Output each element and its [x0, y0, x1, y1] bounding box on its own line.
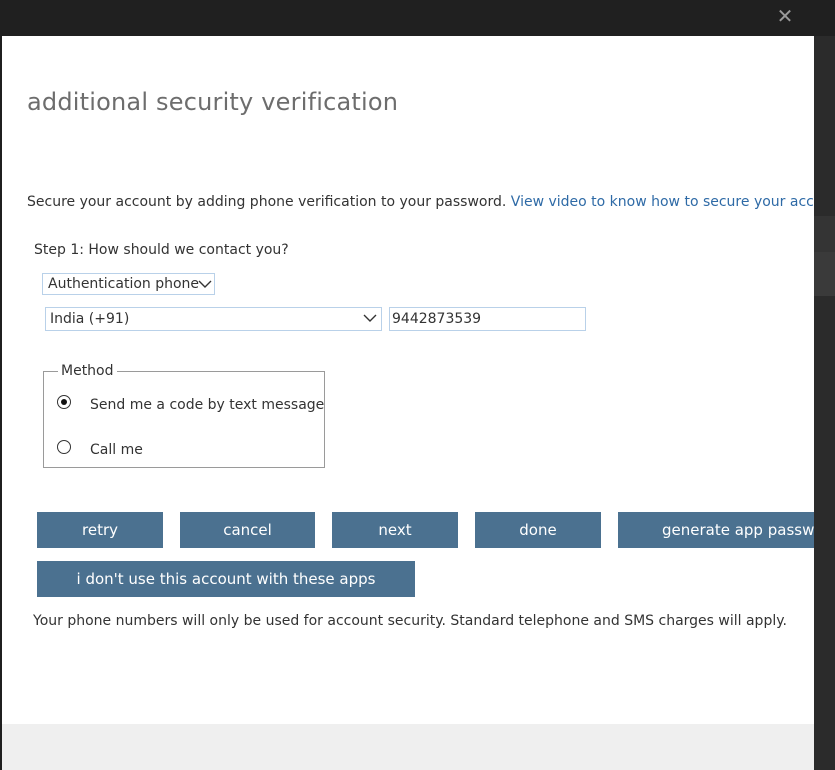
- next-button[interactable]: next: [332, 512, 458, 548]
- background-highlight: [814, 252, 835, 296]
- retry-button[interactable]: retry: [37, 512, 163, 548]
- done-button[interactable]: done: [475, 512, 601, 548]
- video-link[interactable]: View video to know how to secure your ac…: [511, 194, 814, 210]
- page-title: additional security verification: [27, 88, 399, 116]
- phone-number-input[interactable]: [389, 307, 586, 331]
- intro-text: Secure your account by adding phone veri…: [27, 194, 814, 210]
- country-code-value: India (+91): [50, 311, 130, 327]
- cancel-button[interactable]: cancel: [180, 512, 315, 548]
- radio-text-message[interactable]: [57, 395, 71, 409]
- country-code-select[interactable]: India (+91): [45, 307, 382, 331]
- chevron-down-icon: [198, 280, 212, 288]
- generate-app-password-button[interactable]: generate app passwo: [618, 512, 814, 548]
- chevron-down-icon: [363, 314, 377, 322]
- contact-method-select[interactable]: Authentication phone: [42, 273, 215, 295]
- background-panel: [814, 36, 835, 770]
- window-titlebar: ✕: [0, 0, 835, 36]
- radio-selected-dot: [61, 399, 67, 405]
- method-fieldset: Method Send me a code by text message Ca…: [43, 363, 325, 468]
- call-me-label[interactable]: Call me: [90, 442, 143, 458]
- footer-note: Your phone numbers will only be used for…: [33, 613, 787, 629]
- background-highlight: [814, 216, 835, 252]
- close-icon[interactable]: ✕: [771, 4, 799, 28]
- text-message-label[interactable]: Send me a code by text message: [90, 397, 324, 413]
- dialog-footer: [2, 724, 814, 770]
- intro-description: Secure your account by adding phone veri…: [27, 194, 507, 210]
- security-verification-dialog: additional security verification Secure …: [2, 36, 814, 770]
- no-apps-button[interactable]: i don't use this account with these apps: [37, 561, 415, 597]
- step1-label: Step 1: How should we contact you?: [34, 242, 289, 258]
- method-legend: Method: [58, 363, 117, 379]
- radio-call-me[interactable]: [57, 440, 71, 454]
- contact-method-value: Authentication phone: [48, 276, 200, 292]
